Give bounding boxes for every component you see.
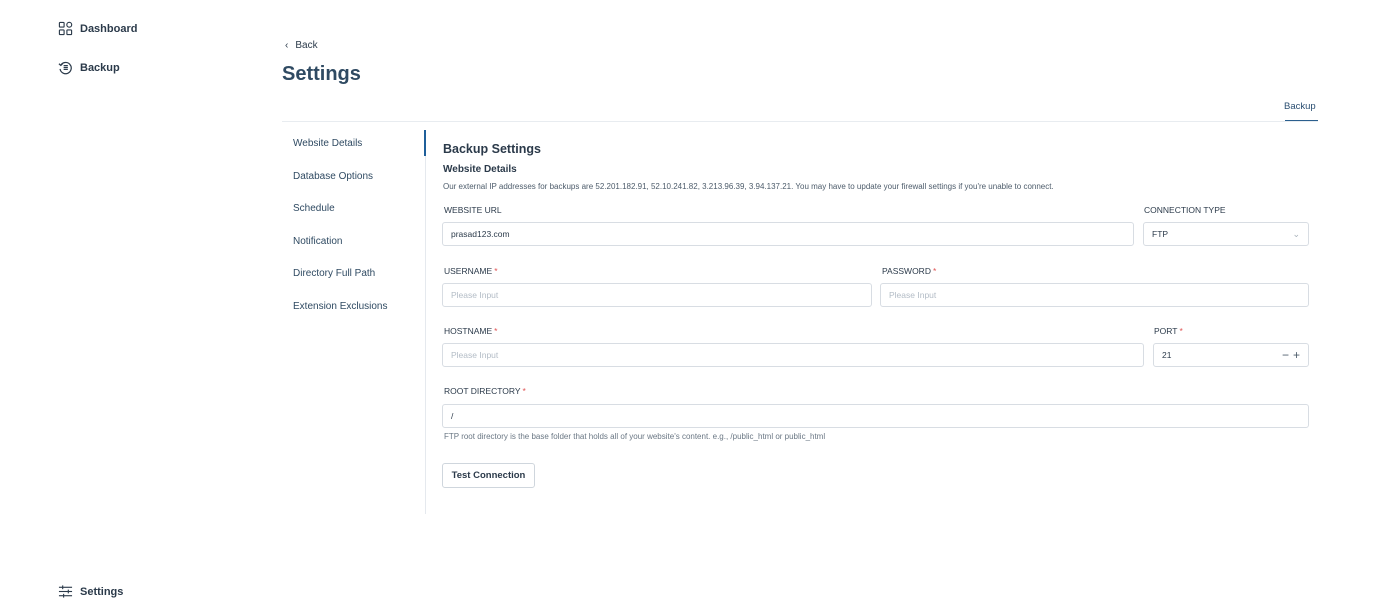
nav-label-settings: Settings — [80, 585, 124, 598]
ip-info-text: Our external IP addresses for backups ar… — [443, 182, 1054, 191]
back-label: Back — [295, 40, 318, 51]
side-tab-notification[interactable]: Notification — [283, 228, 425, 261]
nav-label-backup: Backup — [80, 61, 120, 74]
required-mark: * — [932, 266, 937, 276]
tab-backup[interactable]: Backup — [1284, 101, 1316, 112]
nav-item-settings[interactable]: Settings — [58, 584, 123, 599]
side-tab-website-details[interactable]: Website Details — [283, 130, 425, 163]
username-label: USERNAME * — [444, 266, 498, 276]
port-stepper[interactable]: 21 − + — [1153, 343, 1309, 367]
required-mark: * — [522, 386, 526, 396]
port-value[interactable]: 21 — [1162, 350, 1171, 360]
hostname-label: HOSTNAME * — [444, 326, 497, 336]
chevron-down-icon: ⌄ — [1292, 228, 1300, 239]
sliders-icon — [58, 585, 73, 598]
root-directory-input[interactable] — [442, 404, 1309, 428]
back-link[interactable]: ‹ Back — [285, 40, 318, 51]
required-mark: * — [494, 326, 498, 336]
backup-icon — [58, 61, 72, 75]
hostname-label-text: HOSTNAME — [444, 326, 493, 336]
side-tab-database-options[interactable]: Database Options — [283, 163, 425, 196]
nav-item-backup[interactable]: Backup — [58, 60, 120, 75]
website-url-input[interactable] — [442, 222, 1134, 246]
website-url-label-text: WEBSITE URL — [444, 205, 502, 215]
side-tab-schedule[interactable]: Schedule — [283, 195, 425, 228]
connection-type-value: FTP — [1152, 229, 1169, 239]
page-title: Settings — [282, 63, 361, 85]
port-label: PORT * — [1154, 326, 1183, 336]
connection-type-select[interactable]: FTP ⌄ — [1143, 222, 1309, 246]
side-tabs-divider — [425, 130, 426, 514]
side-tab-active-indicator — [424, 130, 426, 156]
minus-icon[interactable]: − — [1282, 348, 1289, 362]
header-divider — [282, 121, 1318, 122]
side-tab-directory-full-path[interactable]: Directory Full Path — [283, 260, 425, 293]
required-mark: * — [1179, 326, 1183, 336]
password-label: PASSWORD * — [882, 266, 936, 276]
password-label-text: PASSWORD — [882, 266, 931, 276]
section-subtitle: Website Details — [443, 164, 517, 175]
test-connection-button[interactable]: Test Connection — [442, 463, 535, 488]
side-tab-extension-exclusions[interactable]: Extension Exclusions — [283, 293, 425, 326]
settings-side-tabs: Website Details Database Options Schedul… — [283, 130, 425, 325]
section-title: Backup Settings — [443, 142, 541, 156]
chevron-left-icon: ‹ — [285, 40, 289, 51]
hostname-input[interactable] — [442, 343, 1144, 367]
website-url-label: WEBSITE URL — [444, 205, 502, 215]
username-input[interactable] — [442, 283, 872, 307]
plus-icon[interactable]: + — [1293, 348, 1300, 362]
port-label-text: PORT — [1154, 326, 1178, 336]
root-directory-label-text: ROOT DIRECTORY — [444, 386, 521, 396]
required-mark: * — [494, 266, 498, 276]
connection-type-label: CONNECTION TYPE — [1144, 205, 1226, 215]
root-directory-hint: FTP root directory is the base folder th… — [444, 432, 826, 441]
username-label-text: USERNAME — [444, 266, 493, 276]
connection-type-label-text: CONNECTION TYPE — [1144, 205, 1226, 215]
root-directory-label: ROOT DIRECTORY * — [444, 386, 526, 396]
password-input[interactable] — [880, 283, 1309, 307]
nav-label-dashboard: Dashboard — [80, 22, 138, 35]
grid-icon — [58, 21, 73, 36]
nav-item-dashboard[interactable]: Dashboard — [58, 21, 137, 36]
